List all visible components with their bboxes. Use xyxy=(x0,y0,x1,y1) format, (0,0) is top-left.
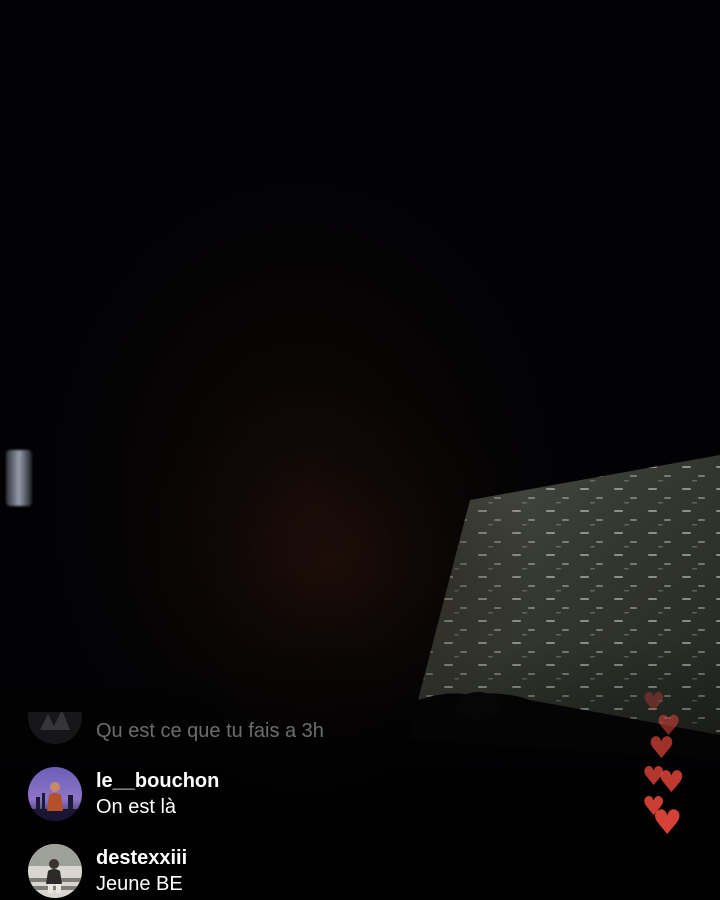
reaction-hearts: ♥ ♥ ♥ ♥ ♥ ♥ ♥ xyxy=(642,690,702,860)
live-comments-list: Qu est ce que tu fais a 3h le__bouchon O… xyxy=(28,712,588,900)
heart-icon: ♥ xyxy=(652,803,683,843)
avatar[interactable] xyxy=(28,767,82,821)
side-window-light xyxy=(6,450,32,506)
comment-item: destexxiii Jeune BE xyxy=(28,839,588,900)
comment-message: Qu est ce que tu fais a 3h xyxy=(96,720,324,742)
comment-item: Qu est ce que tu fais a 3h xyxy=(28,712,588,750)
comment-item: le__bouchon On est là xyxy=(28,762,588,826)
comment-username[interactable]: destexxiii xyxy=(96,845,187,871)
avatar[interactable] xyxy=(28,712,82,744)
comment-message: On est là xyxy=(96,796,177,818)
comment-message: Jeune BE xyxy=(96,873,183,895)
avatar[interactable] xyxy=(28,844,82,898)
heart-icon: ♥ xyxy=(648,731,675,766)
comment-username[interactable]: le__bouchon xyxy=(96,768,219,794)
live-video-stage: Qu est ce que tu fais a 3h le__bouchon O… xyxy=(0,0,720,900)
